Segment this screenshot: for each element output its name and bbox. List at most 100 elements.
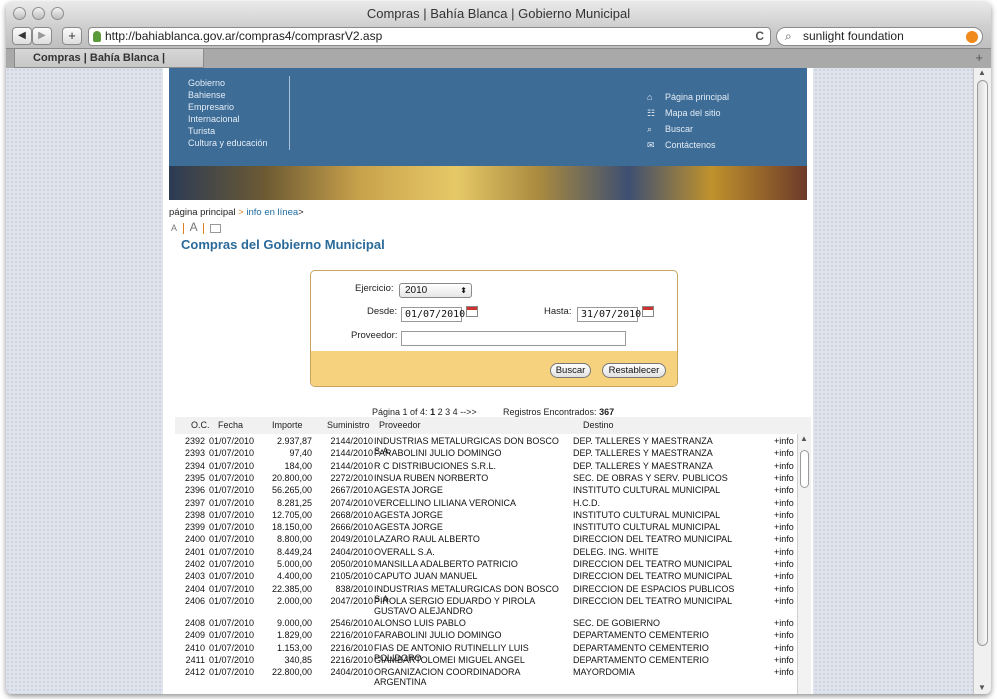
cell-proveedor: LAZARO RAUL ALBERTO [374,534,480,545]
buscar-button[interactable]: Buscar [550,363,591,378]
window-minimize-button[interactable] [32,7,45,20]
breadcrumb-info[interactable]: info en línea [246,207,298,218]
nav-mapa-del-sitio[interactable]: ☷ Mapa del sitio [647,108,721,119]
cell-importe: 22.385,00 [271,583,312,594]
page-container: Gobierno Bahiense Empresario Internacion… [163,68,813,694]
calendar-icon[interactable] [642,306,654,317]
nav-turista[interactable]: Turista [188,126,215,136]
more-info-link[interactable]: +info [774,571,794,581]
cell-fecha: 01/07/2010 [209,571,255,582]
nav-cultura[interactable]: Cultura y educación [188,138,268,148]
address-bar[interactable]: http://bahiablanca.gov.ar/compras4/compr… [88,27,771,46]
cell-oc: 2398 [184,509,205,520]
table-scrollbar[interactable]: ▲ [797,434,811,694]
page-viewport: Gobierno Bahiense Empresario Internacion… [6,68,973,694]
form-footer: Buscar Restablecer [311,351,677,386]
back-button[interactable]: ◀ [12,27,32,45]
cell-fecha: 01/07/2010 [209,559,255,569]
cell-destino: SEC. DE OBRAS Y SERV. PUBLICOS [573,472,728,483]
search-field[interactable]: ⌕ sunlight foundation [776,27,983,46]
pagination: Página 1 of 4: 1 2 3 4 -->> [372,407,477,417]
more-info-link[interactable]: +info [774,485,794,495]
snapback-icon[interactable] [966,31,978,43]
print-icon[interactable] [210,223,222,233]
page-scroll-thumb[interactable] [977,80,988,646]
nav-internacional[interactable]: Internacional [188,114,240,124]
cell-suministro: 2050/2010 [330,559,373,569]
ejercicio-select[interactable]: 2010 ⬍ [399,283,472,298]
pagination-pages[interactable]: 2 3 4 -->> [438,407,477,417]
more-info-link[interactable]: +info [774,559,794,569]
cell-oc: 2406 [184,595,205,606]
nav-divider [289,76,290,150]
cell-oc: 2404 [184,583,205,594]
font-larger-button[interactable]: A [190,220,198,234]
more-info-link[interactable]: +info [774,522,794,532]
nav-contactenos[interactable]: ✉ Contáctenos [647,140,716,151]
nav-pagina-principal[interactable]: ⌂ Página principal [647,92,729,102]
calendar-icon[interactable] [466,306,478,317]
scroll-up-icon[interactable]: ▲ [800,434,808,443]
cell-proveedor: FARABOLINI JULIO DOMINGO [374,630,502,641]
cell-suministro: 2216/2010 [330,642,373,653]
cell-proveedor: AGESTA JORGE [374,522,443,533]
more-info-link[interactable]: +info [774,498,794,508]
more-info-link[interactable]: +info [774,630,794,640]
more-info-link[interactable]: +info [774,584,794,594]
tab-compras[interactable]: Compras | Bahía Blanca | Gobiern... [14,49,204,82]
cell-importe: 20.800,00 [271,472,312,483]
window-close-button[interactable] [13,7,26,20]
more-info-link[interactable]: +info [774,473,794,483]
new-tab-icon[interactable]: + [975,50,983,65]
cell-suministro: 2216/2010 [330,654,373,665]
nav-gobierno[interactable]: Gobierno [188,78,225,88]
reload-icon[interactable]: C [755,28,764,45]
cell-fecha: 01/07/2010 [209,654,255,665]
browser-toolbar: ◀ ▶ + http://bahiablanca.gov.ar/compras4… [6,26,991,48]
cell-oc: 2408 [184,617,205,628]
more-info-link[interactable]: +info [774,436,794,446]
scroll-up-icon[interactable]: ▲ [978,68,986,77]
restablecer-button[interactable]: Restablecer [602,363,666,378]
more-info-link[interactable]: +info [774,667,794,677]
cell-fecha: 01/07/2010 [209,534,255,545]
cell-suministro: 2049/2010 [330,534,373,545]
more-info-link[interactable]: +info [774,534,794,544]
cell-oc: 2394 [184,460,205,471]
font-smaller-button[interactable]: A [171,223,177,233]
more-info-link[interactable]: +info [774,596,794,606]
cell-importe: 8.800,00 [276,534,312,545]
cell-importe: 184,00 [284,460,312,471]
more-info-link[interactable]: +info [774,461,794,471]
cell-fecha: 01/07/2010 [209,460,255,471]
more-info-link[interactable]: +info [774,618,794,628]
table-scroll-thumb[interactable] [800,450,809,488]
cell-proveedor: VERCELLINO LILIANA VERONICA [374,497,517,508]
cell-destino: DIRECCION DEL TEATRO MUNICIPAL [573,559,733,569]
nav-bahiense[interactable]: Bahiense [188,90,226,100]
scroll-down-icon[interactable]: ▼ [978,683,986,692]
window-zoom-button[interactable] [51,7,64,20]
page-scrollbar[interactable]: ▲ ▼ [973,68,991,694]
breadcrumb-home[interactable]: página principal [169,207,236,218]
hasta-input[interactable]: 31/07/2010 [577,307,641,322]
more-info-link[interactable]: +info [774,655,794,665]
nav-label: Mapa del sitio [665,108,721,118]
add-bookmark-button[interactable]: + [62,27,82,45]
nav-buscar[interactable]: ⌕ Buscar [647,124,693,135]
cell-fecha: 01/07/2010 [209,472,255,483]
nav-empresario[interactable]: Empresario [188,102,234,112]
more-info-link[interactable]: +info [774,643,794,653]
cell-oc: 2393 [184,448,205,459]
desde-input[interactable]: 01/07/2010 [401,307,465,322]
cell-oc: 2395 [184,472,205,483]
more-info-link[interactable]: +info [774,547,794,557]
more-info-link[interactable]: +info [774,448,794,458]
cell-importe: 97,40 [289,448,312,459]
cell-oc: 2399 [184,522,205,533]
forward-button[interactable]: ▶ [32,27,52,45]
proveedor-input[interactable] [401,331,626,346]
more-info-link[interactable]: +info [774,510,794,520]
cell-proveedor: OVERALL S.A. [374,546,435,557]
cell-fecha: 01/07/2010 [209,436,255,446]
